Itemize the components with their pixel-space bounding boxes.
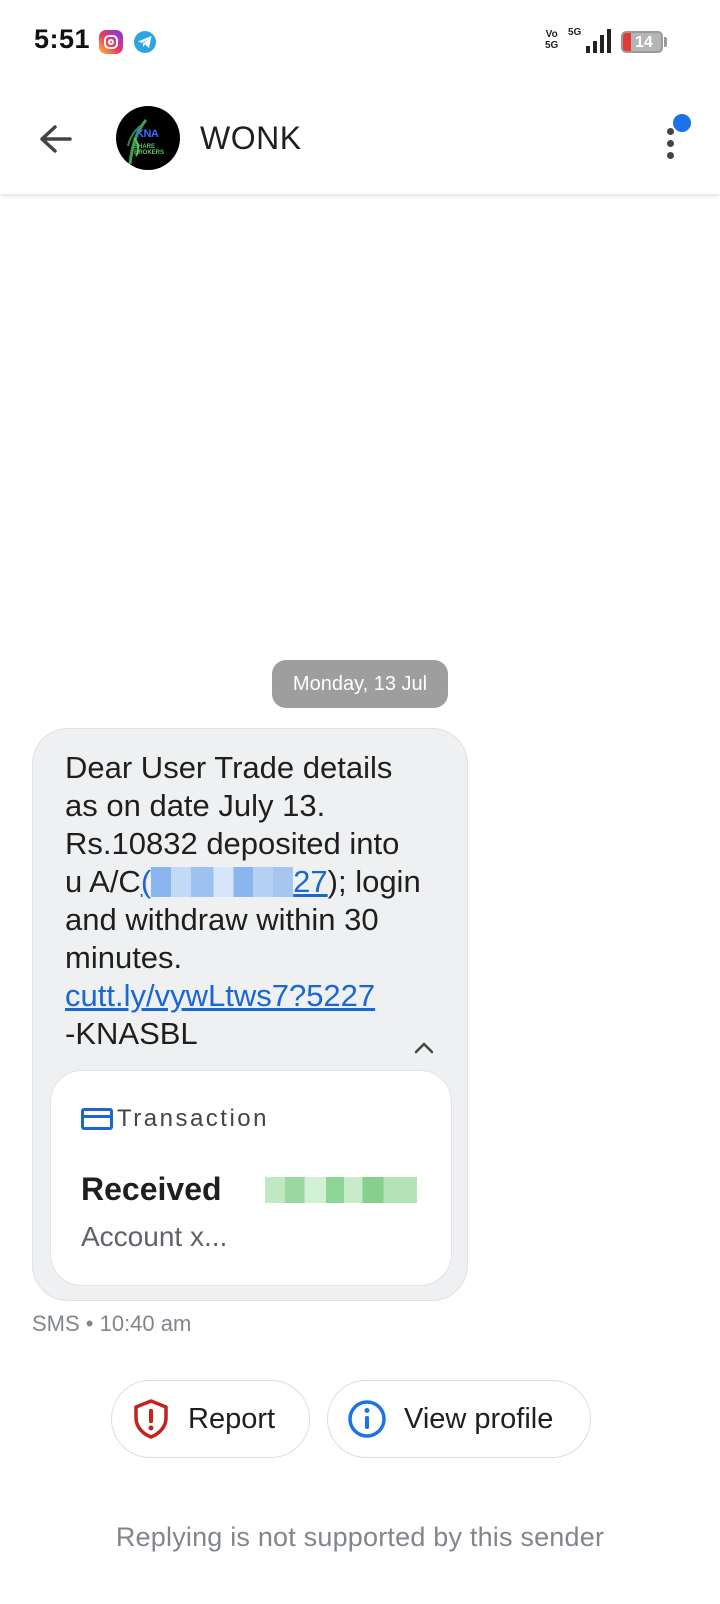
transaction-card[interactable]: Transaction Received Account x... xyxy=(50,1070,452,1286)
report-button[interactable]: Report xyxy=(111,1380,310,1458)
transaction-label: Transaction xyxy=(117,1105,269,1132)
report-shield-icon xyxy=(134,1399,168,1439)
contact-name[interactable]: WONK xyxy=(200,120,302,157)
account-link-suffix: ); xyxy=(327,864,347,899)
network-type-label: 5G xyxy=(568,27,582,38)
message-signature: -KNASBL xyxy=(65,1016,198,1051)
battery-icon: 14 xyxy=(621,31,663,53)
redacted-account-digits xyxy=(151,867,294,897)
view-profile-label: View profile xyxy=(404,1403,554,1435)
more-vert-dot xyxy=(667,152,674,159)
redacted-amount xyxy=(265,1177,417,1203)
telegram-icon xyxy=(134,31,156,53)
instagram-icon xyxy=(99,30,123,54)
more-options-button[interactable] xyxy=(650,114,694,170)
report-label: Report xyxy=(188,1403,276,1435)
message-meta: SMS • 10:40 am xyxy=(32,1311,192,1336)
signal-strength-icon xyxy=(586,29,611,53)
credit-card-icon xyxy=(81,1108,113,1130)
account-link-visible: 27 xyxy=(293,864,328,899)
notification-dot xyxy=(673,114,691,132)
more-vert-icon xyxy=(667,128,674,135)
more-vert-dot xyxy=(667,140,674,147)
back-button[interactable] xyxy=(28,112,84,168)
transaction-account: Account x... xyxy=(81,1221,228,1252)
status-bar: 5:51 Vo 5G 5G 14 xyxy=(0,0,720,84)
status-time: 5:51 xyxy=(34,24,91,54)
message-text: Dear User Trade details as on date July … xyxy=(65,749,425,1053)
view-profile-button[interactable]: View profile xyxy=(327,1380,591,1458)
info-icon xyxy=(348,1400,386,1438)
message-bubble[interactable]: Dear User Trade details as on date July … xyxy=(32,728,468,1301)
reply-not-supported-note: Replying is not supported by this sender xyxy=(115,1522,605,1552)
app-bar: KNA SHARE BROKERS WONK xyxy=(0,84,720,194)
battery-cap xyxy=(664,37,667,47)
chevron-up-icon[interactable] xyxy=(409,1033,439,1063)
volte-indicator: Vo 5G xyxy=(545,29,559,51)
message-url-link[interactable]: cutt.ly/vywLtws7?5227 xyxy=(65,978,375,1013)
transaction-status: Received xyxy=(81,1171,222,1207)
back-arrow-icon xyxy=(40,125,72,153)
battery-level: 14 xyxy=(635,34,653,51)
date-chip: Monday, 13 Jul xyxy=(272,660,448,708)
avatar-logo-subtext: SHARE BROKERS xyxy=(134,144,165,156)
account-number-link[interactable]: (27 xyxy=(141,864,328,899)
avatar-logo-text: KNA xyxy=(136,128,159,140)
avatar[interactable]: KNA SHARE BROKERS xyxy=(116,106,180,170)
account-link-prefix: ( xyxy=(140,864,152,899)
